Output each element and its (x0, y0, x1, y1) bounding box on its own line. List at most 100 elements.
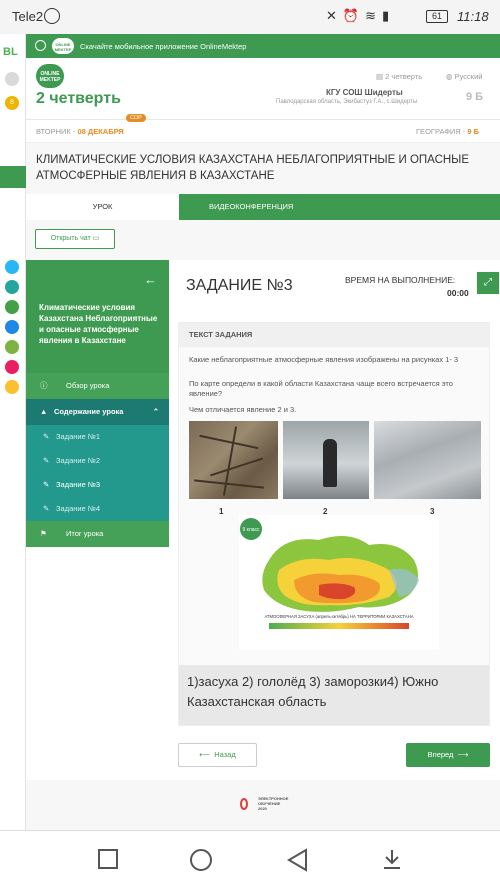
avatar[interactable] (5, 72, 19, 86)
subject-grade: 9 Б (467, 127, 480, 136)
status-icons: ✕⏰≋▮ (326, 8, 396, 23)
rail-app-icon-7[interactable] (5, 380, 19, 394)
lesson-title-box: КЛИМАТИЧЕСКИЕ УСЛОВИЯ КАЗАХСТАНА НЕБЛАГО… (26, 142, 500, 194)
next-label: Вперед (427, 750, 454, 759)
back-triangle-icon[interactable] (286, 848, 308, 872)
arrow-left-icon: ⟵ (199, 750, 211, 759)
carrier-name: Tele2 (12, 9, 44, 24)
onlinemektep-logo[interactable]: ONLINE MEKTEP (36, 64, 64, 88)
collapse-arrow-icon[interactable]: ← (144, 272, 157, 287)
rail-logo: BL (3, 46, 18, 58)
date-value: 08 ДЕКАБРЯ (77, 127, 124, 136)
task-text-header: ТЕКСТ ЗАДАНИЯ (179, 323, 489, 347)
tab-videoconference[interactable]: ВИДЕОКОНФЕРЕНЦИЯ (179, 194, 500, 220)
next-button[interactable]: Вперед ⟶ (406, 743, 490, 767)
lesson-title: КЛИМАТИЧЕСКИЕ УСЛОВИЯ КАЗАХСТАНА НЕБЛАГО… (36, 154, 470, 182)
edit-icon: ✎ (43, 480, 50, 489)
edit-icon: ✎ (43, 432, 50, 441)
task-title: ЗАДАНИЕ №3 (186, 277, 293, 294)
sor-badge: СОР (126, 114, 146, 122)
chat-row: Открыть чат ▭ (26, 220, 500, 260)
page-footer: ЭЛЕКТРОННОЕ ОБУЧЕНИЕ 2020 (26, 780, 500, 830)
question-3: Чем отличается явление 2 и 3. (189, 405, 297, 414)
home-icon[interactable] (190, 849, 212, 871)
rail-app-icon-1[interactable] (5, 260, 19, 274)
sidebar-header: ← Климатические условия Казахстана Небла… (26, 260, 169, 373)
sidebar-item-task-2[interactable]: ✎ Задание №2 (26, 449, 169, 473)
sidebar-item-task-1[interactable]: ✎ Задание №1 (26, 425, 169, 449)
chevron-up-icon: ⌃ (152, 407, 159, 416)
recent-apps-icon[interactable] (98, 849, 118, 869)
tab-lesson[interactable]: УРОК (26, 194, 179, 220)
back-label: Назад (214, 750, 236, 759)
rail-app-icon-2[interactable] (5, 280, 19, 294)
lesson-sidebar: ← Климатические условия Казахстана Небла… (26, 260, 169, 780)
language-label: Русский (454, 72, 483, 81)
play-icon (35, 40, 46, 51)
sidebar-lesson-title: Климатические условия Казахстана Неблаго… (39, 303, 158, 345)
sidebar-item-label: Задание №2 (56, 456, 101, 465)
grade-label: 9 Б (466, 91, 484, 103)
quarter-heading: 2 четверть (36, 90, 121, 107)
app-download-banner[interactable]: ONLINE MEKTEP Скачайте мобильное приложе… (26, 34, 500, 58)
flag-icon: ⚑ (40, 529, 47, 538)
rail-app-icon-4[interactable] (5, 320, 19, 334)
school-region: Павлодарская область, Экибастуз Г.А., с.… (276, 99, 418, 105)
school-name: КГУ СОШ Шидерты (326, 88, 403, 97)
drought-map: 9 класс АТМОСФЕРНАЯ ЗАСУХА (апрель-октяб… (239, 515, 439, 650)
page-header: ONLINE MEKTEP ▤ 2 четверть ◍ Русский 2 ч… (26, 58, 500, 120)
subject-label: ГЕОГРАФИЯ - 9 Б (416, 127, 479, 136)
day-label: ВТОРНИК - (36, 127, 78, 136)
system-nav-bar (0, 830, 500, 888)
rail-app-icon-5[interactable] (5, 340, 19, 354)
timer-label: ВРЕМЯ НА ВЫПОЛНЕНИЕ: (345, 275, 456, 285)
fullscreen-icon[interactable]: ⤢ (477, 272, 499, 294)
footer-text: ЭЛЕКТРОННОЕ ОБУЧЕНИЕ 2020 (258, 796, 288, 811)
open-chat-label: Открыть чат (50, 235, 91, 242)
left-rail: BL 8 (0, 34, 26, 830)
chat-icon: ▭ (92, 235, 100, 242)
sidebar-item-label: Задание №1 (56, 432, 101, 441)
timer-value: 00:00 (447, 288, 469, 298)
map-title: АТМОСФЕРНАЯ ЗАСУХА (апрель-октябрь) НА Т… (264, 614, 413, 619)
status-bar: Tele2 ✕⏰≋▮ 61 11:18 (0, 0, 500, 34)
sidebar-item-task-4[interactable]: ✎ Задание №4 (26, 497, 169, 521)
notification-badge[interactable]: 8 (5, 96, 19, 110)
rail-app-icon-3[interactable] (5, 300, 19, 314)
banner-logo: ONLINE MEKTEP (52, 38, 74, 54)
graduation-cap-icon: ▲ (40, 407, 48, 416)
edit-icon: ✎ (43, 504, 50, 513)
sidebar-item-label: Задание №3 (56, 480, 101, 489)
sidebar-item-label: Содержание урока (54, 407, 124, 416)
question-2: По карте определи в какой области Казахс… (189, 379, 453, 398)
sidebar-item-task-3[interactable]: ✎ Задание №3 (26, 473, 169, 497)
rail-app-icon-6[interactable] (5, 360, 19, 374)
info-icon: ⓘ (40, 381, 48, 390)
elearning-logo-icon (240, 798, 248, 810)
sidebar-item-label: Обзор урока (66, 381, 110, 390)
sidebar-item-label: Итог урока (66, 529, 104, 538)
banner-text: Скачайте мобильное приложение OnlineMekt… (80, 42, 247, 51)
arrow-right-icon: ⟶ (457, 750, 469, 759)
lesson-tabs: УРОК ВИДЕОКОНФЕРЕНЦИЯ (26, 194, 500, 220)
ice-photo (283, 421, 369, 499)
hide-keyboard-icon[interactable] (381, 848, 403, 872)
sidebar-item-summary[interactable]: ⚑ Итог урока (26, 521, 169, 547)
sidebar-item-label: Задание №4 (56, 504, 101, 513)
quarter-selector[interactable]: ▤ 2 четверть (376, 72, 422, 81)
open-chat-button[interactable]: Открыть чат ▭ (35, 229, 115, 249)
sidebar-item-content[interactable]: ▲ Содержание урока ⌃ (26, 399, 169, 425)
edit-icon: ✎ (43, 456, 50, 465)
sidebar-item-overview[interactable]: ⓘ Обзор урока (26, 373, 169, 399)
whatsapp-icon (44, 8, 60, 24)
footer-line: 2020 (258, 806, 267, 811)
back-button[interactable]: ⟵ Назад (178, 743, 257, 767)
task-panel: ЗАДАНИЕ №3 ВРЕМЯ НА ВЫПОЛНЕНИЕ: 00:00 ⤢ … (169, 260, 500, 780)
map-badge: 9 класс (242, 527, 260, 533)
subject-name: ГЕОГРАФИЯ - (416, 127, 468, 136)
drought-photo (189, 421, 278, 499)
rail-active-indicator (0, 166, 26, 188)
language-selector[interactable]: ◍ Русский (446, 72, 482, 81)
battery-icon: 61 (426, 10, 448, 23)
student-answer[interactable]: 1)засуха 2) гололёд 3) заморозки4) Южно … (179, 665, 489, 725)
